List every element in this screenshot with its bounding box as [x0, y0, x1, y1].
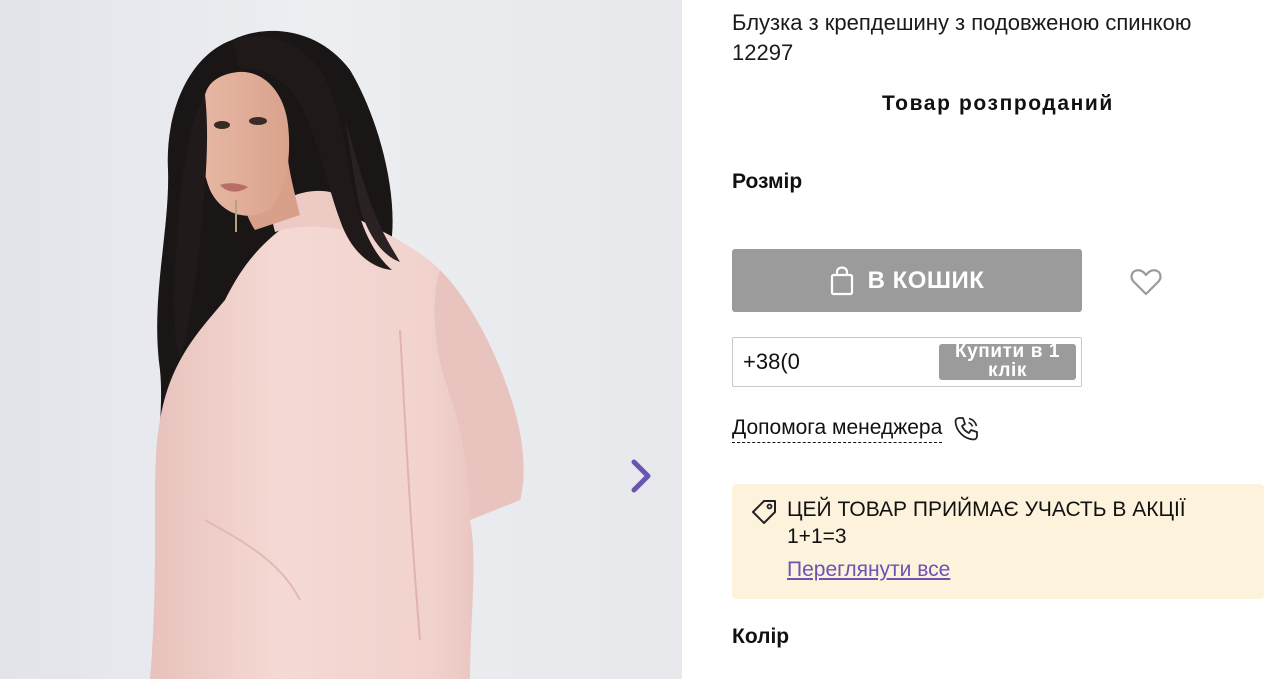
size-label: Розмір — [732, 170, 803, 193]
tag-icon — [752, 500, 776, 524]
shopping-bag-icon — [830, 265, 853, 295]
promo-view-all-link[interactable]: Переглянути все — [787, 558, 950, 582]
color-label: Колір — [732, 625, 790, 648]
promo-banner: ЦЕЙ ТОВАР ПРИЙМАЄ УЧАСТЬ В АКЦІЇ 1+1=3 П… — [732, 484, 1264, 599]
heart-icon — [1130, 269, 1162, 296]
add-to-cart-button[interactable]: В КОШИК — [732, 249, 1082, 312]
phone-input[interactable] — [743, 347, 933, 377]
phone-icon — [954, 417, 979, 441]
product-info-panel: Блузка з крепдешину з подовженою спинкою… — [732, 0, 1264, 679]
product-photo — [150, 30, 524, 679]
product-gallery — [0, 0, 682, 679]
manager-help-link[interactable]: Допомога менеджера — [732, 415, 980, 443]
promo-text: ЦЕЙ ТОВАР ПРИЙМАЄ УЧАСТЬ В АКЦІЇ 1+1=3 — [787, 498, 1186, 548]
add-to-cart-label: В КОШИК — [867, 266, 985, 294]
buy-one-click-button[interactable]: Купити в 1 клік — [939, 344, 1076, 380]
manager-help-label: Допомога менеджера — [732, 416, 943, 443]
gallery-next-button[interactable] — [628, 458, 664, 502]
product-title: Блузка з крепдешину з подовженою спинкою… — [732, 10, 1192, 65]
one-click-order-form: Купити в 1 клік — [732, 337, 1082, 387]
buy-one-click-label: Купити в 1 клік — [954, 344, 1061, 380]
wishlist-button[interactable] — [1128, 264, 1164, 300]
chevron-right-icon — [631, 459, 651, 493]
availability-status: Товар розпроданий — [882, 92, 1114, 115]
